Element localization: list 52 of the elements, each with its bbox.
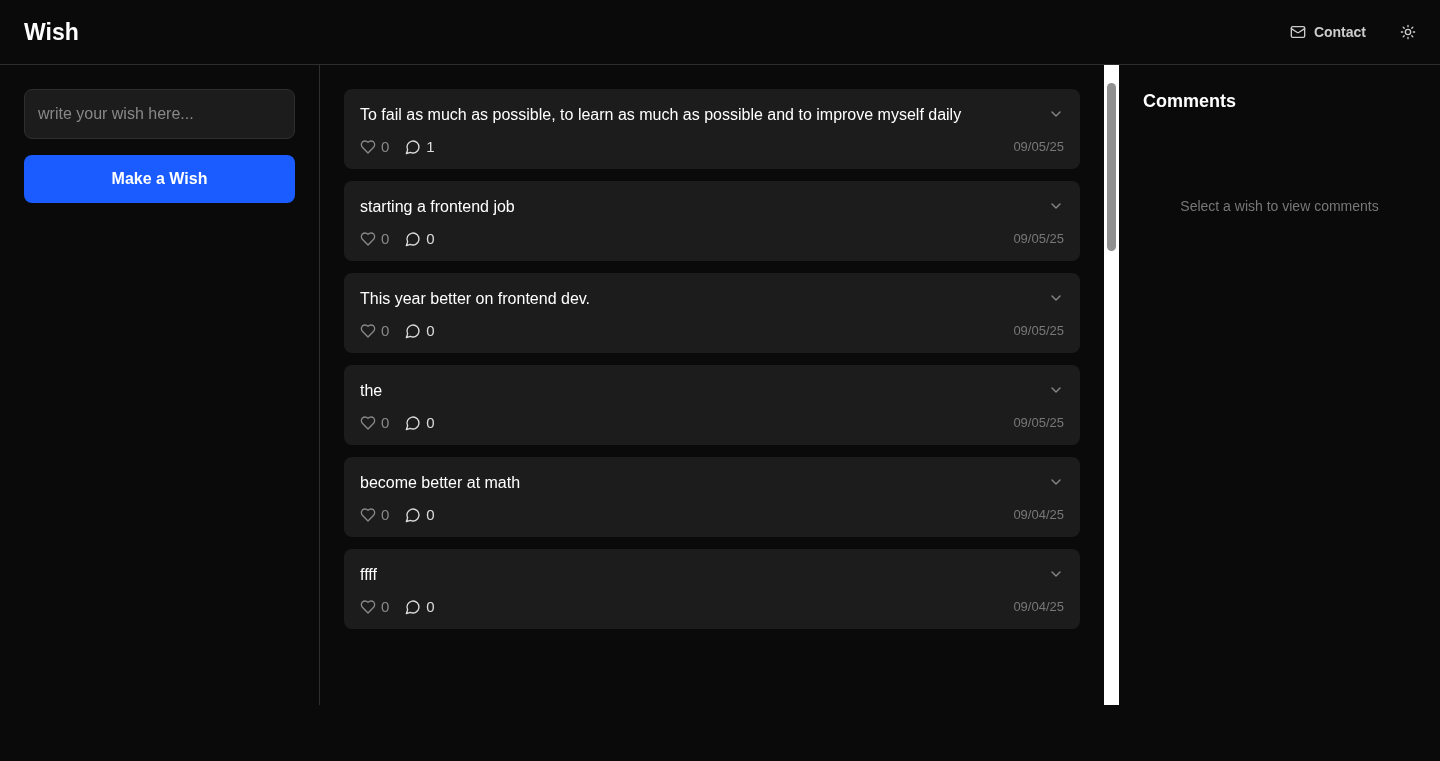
like-button[interactable]: 0	[360, 414, 390, 431]
speech-bubble-icon	[405, 598, 422, 615]
like-button[interactable]: 0	[360, 138, 390, 155]
wish-text: the	[360, 382, 383, 400]
heart-icon	[360, 598, 376, 615]
comment-button[interactable]: 0	[405, 322, 435, 339]
wish-text: become better at math	[360, 474, 521, 492]
contact-link[interactable]: Contact	[1289, 24, 1366, 40]
wish-card[interactable]: become better at math 0 0 09/04/25	[344, 457, 1080, 537]
heart-icon	[360, 230, 376, 247]
heart-icon	[360, 414, 376, 431]
speech-bubble-icon	[405, 138, 422, 155]
scrollbar[interactable]	[1104, 65, 1119, 705]
wish-date: 09/05/25	[1013, 231, 1064, 246]
wish-text: starting a frontend job	[360, 198, 515, 216]
wish-card[interactable]: ffff 0 0 09/04/25	[344, 549, 1080, 629]
like-button[interactable]: 0	[360, 598, 390, 615]
wish-date: 09/05/25	[1013, 415, 1064, 430]
empty-comments-message: Select a wish to view comments	[1180, 198, 1379, 214]
make-wish-button[interactable]: Make a Wish	[24, 155, 295, 203]
speech-bubble-icon	[405, 414, 422, 431]
comment-button[interactable]: 1	[405, 138, 435, 155]
theme-toggle-button[interactable]	[1400, 24, 1416, 40]
speech-bubble-icon	[405, 506, 422, 523]
speech-bubble-icon	[405, 322, 422, 339]
wish-date: 09/05/25	[1013, 323, 1064, 338]
wish-card[interactable]: To fail as much as possible, to learn as much as possible and to improve myself daily 0 1 09/05/25	[344, 89, 1080, 169]
comment-button[interactable]: 0	[405, 506, 435, 523]
wish-date: 09/05/25	[1013, 139, 1064, 154]
like-button[interactable]: 0	[360, 322, 390, 339]
wish-date: 09/04/25	[1013, 507, 1064, 522]
comment-button[interactable]: 0	[405, 414, 435, 431]
heart-icon	[360, 138, 376, 155]
app-logo: Wish	[24, 18, 79, 46]
like-button[interactable]: 0	[360, 506, 390, 523]
heart-icon	[360, 506, 376, 523]
wish-text: To fail as much as possible, to learn as much as possible and to improve myself daily	[360, 106, 962, 124]
like-button[interactable]: 0	[360, 230, 390, 247]
wish-card[interactable]: This year better on frontend dev. 0 0 09/05/25	[344, 273, 1080, 353]
sun-icon	[1400, 24, 1416, 40]
wish-date: 09/04/25	[1013, 599, 1064, 614]
comments-heading: Comments	[1143, 91, 1236, 112]
wish-card[interactable]: starting a frontend job 0 0 09/05/25	[344, 181, 1080, 261]
heart-icon	[360, 322, 376, 339]
speech-bubble-icon	[405, 230, 422, 247]
comment-button[interactable]: 0	[405, 598, 435, 615]
wish-text: ffff	[360, 566, 377, 584]
wish-input-field[interactable]: write your wish here...	[24, 89, 295, 139]
mail-icon	[1289, 24, 1306, 40]
wish-card[interactable]: the 0 0 09/05/25	[344, 365, 1080, 445]
wish-text: This year better on frontend dev.	[360, 290, 591, 308]
comment-button[interactable]: 0	[405, 230, 435, 247]
